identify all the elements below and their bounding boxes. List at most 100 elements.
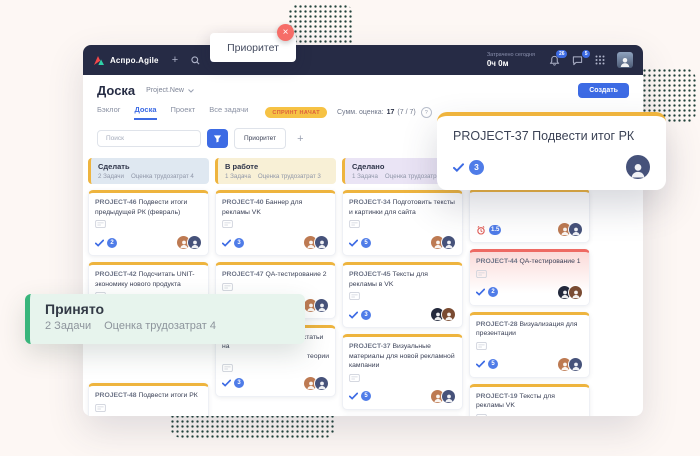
apps-grid-icon[interactable]: [595, 55, 605, 65]
task-id: PROJECT-28: [476, 321, 518, 328]
task-title: PROJECT-45 Тексты для рекламы в VK: [349, 270, 456, 289]
accepted-task-count: 2 Задачи: [45, 320, 91, 332]
chat-icon[interactable]: 5: [572, 55, 583, 66]
task-preview-footer: 3: [453, 155, 650, 179]
card-footer: 3: [222, 376, 329, 391]
task-id: PROJECT-42: [95, 271, 137, 278]
estimate-badge: 5: [361, 238, 371, 248]
check-icon: [349, 392, 358, 400]
tab-2[interactable]: Доска: [134, 105, 156, 120]
tab-3[interactable]: Проект: [171, 105, 196, 120]
subtasks-icon: [349, 220, 456, 228]
add-icon[interactable]: +: [172, 55, 178, 66]
task-id: PROJECT-37: [349, 343, 391, 350]
info-icon[interactable]: ?: [421, 107, 432, 118]
chevron-down-icon: [188, 89, 194, 93]
task-card[interactable]: PROJECT-34 Подготовить тексты и картинки…: [342, 190, 463, 256]
score-summary: Сумм. оценка: 17 (7 / 7) ?: [337, 107, 432, 118]
accepted-estimate: Оценка трудозатрат 4: [104, 320, 216, 332]
subtasks-icon: [222, 283, 329, 291]
check-icon: [222, 239, 231, 247]
task-card[interactable]: PROJECT-40 Баннер для рекламы VK3: [215, 190, 336, 256]
task-title: PROJECT-34 Подготовить тексты и картинки…: [349, 198, 456, 217]
close-icon[interactable]: ×: [277, 24, 294, 41]
user-avatar[interactable]: [617, 52, 633, 68]
score-value: 17: [387, 109, 395, 116]
search-icon[interactable]: [191, 56, 200, 65]
column-meta: 2 ЗадачиОценка трудозатрат 4: [98, 173, 202, 180]
estimate-badge: 3: [361, 310, 371, 320]
task-id: PROJECT-34: [349, 199, 391, 206]
kanban-column-3: Сделано1 ЗадачаОценка трудозатратPROJECT…: [342, 158, 463, 416]
check-icon: [95, 239, 104, 247]
priority-filter-button[interactable]: Приоритет: [234, 128, 286, 149]
top-navigation-bar: Аспро.Agile + Сп Затрачено сегодня 0ч 0м…: [83, 45, 643, 75]
chat-badge: 5: [582, 50, 590, 59]
avatar: [568, 357, 583, 372]
subtasks-icon: [349, 374, 456, 382]
estimate-badge: 5: [361, 391, 371, 401]
check-icon: [453, 163, 464, 172]
board-tabs: Бэклог Доска Проект Все задачи: [97, 105, 248, 120]
deadline-clock-icon: [476, 225, 486, 235]
app-name: Аспро.Agile: [110, 56, 159, 65]
card-footer: 5: [349, 235, 456, 250]
tab-4[interactable]: Все задачи: [209, 105, 248, 120]
subtasks-icon: [476, 342, 583, 350]
add-filter-icon[interactable]: +: [297, 133, 303, 145]
column-meta: 1 ЗадачаОценка трудозатрат 3: [225, 173, 329, 180]
project-selector-value: Project.New: [146, 87, 184, 94]
task-title: PROJECT-19 Тексты для рекламы VK: [476, 392, 583, 411]
task-id: PROJECT-40: [222, 199, 264, 206]
task-id: PROJECT-19: [476, 393, 518, 400]
task-card[interactable]: PROJECT-48 Подвести итоги РК2: [88, 383, 209, 416]
estimate-badge: 3: [234, 378, 244, 388]
project-selector[interactable]: Project.New: [146, 87, 194, 94]
estimate-badge: 2: [488, 287, 498, 297]
card-footer: 5: [349, 389, 456, 404]
search-field-wrap: [97, 130, 201, 147]
task-card[interactable]: PROJECT-37 Визуальные материалы для ново…: [342, 334, 463, 410]
avatar: [441, 307, 456, 322]
decorative-dots-top: [288, 4, 354, 48]
task-card[interactable]: PROJECT-28 Визуализация для презентации 5: [469, 312, 590, 378]
card-footer: 5: [476, 357, 583, 372]
assignee-avatars: [557, 222, 583, 237]
kanban-column-1: Сделать 2 ЗадачиОценка трудозатрат 4 PROJE…: [88, 158, 209, 416]
task-preview-card[interactable]: PROJECT-37 Подвести итог РК 3: [437, 112, 666, 190]
task-card[interactable]: PROJECT-45 Тексты для рекламы в VK 3: [342, 262, 463, 328]
subtasks-icon: [222, 364, 329, 372]
task-id: PROJECT-47: [222, 271, 264, 278]
column-title: В работе: [225, 162, 329, 171]
card-footer: 3: [349, 307, 456, 322]
task-title: PROJECT-28 Визуализация для презентации: [476, 320, 583, 339]
task-title: PROJECT-37 Визуальные материалы для ново…: [349, 342, 456, 371]
avatar: [314, 298, 329, 313]
filter-button[interactable]: [207, 129, 228, 148]
time-tracker-label: Затрачено сегодня: [487, 52, 535, 58]
task-card[interactable]: PROJECT-19 Тексты для рекламы VK5: [469, 384, 590, 416]
page-title: Доска: [97, 83, 135, 98]
task-card[interactable]: PROJECT-44 QA-тестирование 1 2: [469, 249, 590, 306]
estimate-badge: 2: [107, 238, 117, 248]
check-icon: [349, 239, 358, 247]
task-title: PROJECT-46 Подвести итоги предыдущей РК …: [95, 198, 202, 217]
task-card[interactable]: 1.5: [469, 189, 590, 243]
time-tracker[interactable]: Затрачено сегодня 0ч 0м: [487, 52, 535, 68]
column-title: Сделать: [98, 162, 202, 171]
create-button[interactable]: Создать: [578, 83, 629, 98]
avatar: [441, 389, 456, 404]
task-title: PROJECT-40 Баннер для рекламы VK: [222, 198, 329, 217]
subtasks-icon: [95, 404, 202, 412]
card-footer: 2: [476, 285, 583, 300]
task-preview-title: PROJECT-37 Подвести итог РК: [453, 129, 650, 143]
task-card[interactable]: PROJECT-46 Подвести итоги предыдущей РК …: [88, 190, 209, 256]
avatar: [568, 222, 583, 237]
kanban-column-4: 1.5PROJECT-44 QA-тестирование 12PROJECT-…: [469, 158, 590, 416]
bell-icon[interactable]: 26: [549, 55, 560, 66]
search-input[interactable]: [104, 134, 194, 143]
tab-1[interactable]: Бэклог: [97, 105, 120, 120]
time-tracker-value: 0ч 0м: [487, 59, 535, 68]
task-title: PROJECT-44 QA-тестирование 1: [476, 257, 583, 267]
accepted-meta: 2 Задачи Оценка трудозатрат 4: [45, 320, 290, 332]
